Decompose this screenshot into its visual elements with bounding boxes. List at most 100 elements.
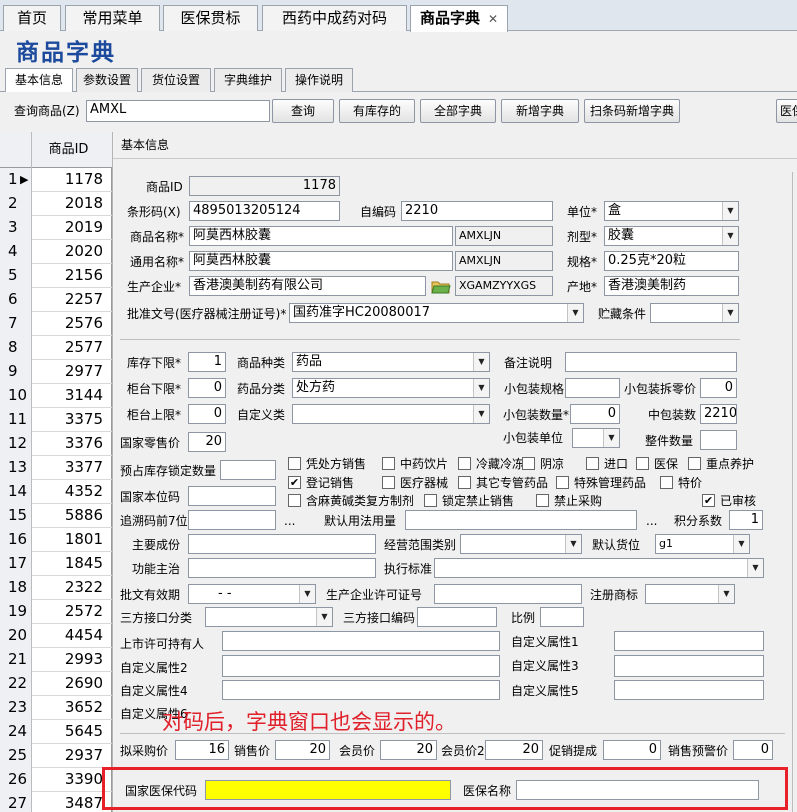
category-select[interactable]: 药品 ▼ — [292, 352, 490, 372]
mfr-license-input[interactable] — [434, 584, 582, 604]
member-price2-input[interactable]: 20 — [485, 740, 543, 760]
product-id-cell[interactable]: 1845 — [32, 552, 105, 576]
attr4-input[interactable] — [222, 680, 500, 700]
product-id-cell[interactable]: 4352 — [32, 480, 105, 504]
table-row[interactable]: 27 3487 — [0, 792, 112, 812]
small-pack-qty-input[interactable]: 0 — [570, 404, 620, 424]
subtab-location-settings[interactable]: 货位设置 — [141, 68, 211, 92]
table-row[interactable]: 14 4352 — [0, 480, 112, 504]
small-pack-split-price-input[interactable]: 0 — [700, 378, 737, 398]
chevron-down-icon[interactable]: ▼ — [718, 585, 734, 603]
mid-pack-qty-input[interactable]: 2210 — [700, 404, 737, 424]
chevron-down-icon[interactable]: ▼ — [473, 379, 489, 397]
main-tab-0[interactable]: 首页 — [3, 5, 61, 31]
subtab-basic-info[interactable]: 基本信息 — [5, 68, 73, 93]
product-id-cell[interactable]: 2577 — [32, 336, 105, 360]
counter-min-input[interactable]: 0 — [188, 378, 226, 398]
attr1-input[interactable] — [614, 631, 764, 651]
table-row[interactable]: 15 5886 — [0, 504, 112, 528]
table-row[interactable]: 11 3375 — [0, 408, 112, 432]
table-row[interactable]: 24 5645 — [0, 720, 112, 744]
attr5-input[interactable] — [614, 680, 764, 700]
attr2-input[interactable] — [222, 655, 500, 677]
api-class-select[interactable]: ▼ — [205, 607, 333, 627]
default-usage-more[interactable]: ... — [646, 512, 657, 530]
product-id-cell[interactable]: 2322 — [32, 576, 105, 600]
folder-open-icon[interactable] — [431, 280, 451, 294]
main-tab-1[interactable]: 常用菜单 — [65, 5, 160, 31]
product-id-cell[interactable]: 3390 — [32, 768, 105, 792]
product-id-cell[interactable]: 3376 — [32, 432, 105, 456]
remark-input[interactable] — [565, 352, 737, 372]
checkbox[interactable] — [636, 457, 649, 470]
manufacturer-input[interactable]: 香港澳美制药有限公司 — [189, 276, 426, 296]
table-row[interactable]: 4 2020 — [0, 240, 112, 264]
chevron-down-icon[interactable]: ▼ — [567, 304, 583, 322]
checkbox[interactable]: ✔ — [702, 494, 715, 507]
product-id-cell[interactable]: 5886 — [32, 504, 105, 528]
retail-price-input[interactable]: 20 — [188, 432, 226, 452]
table-row[interactable]: 26 3390 — [0, 768, 112, 792]
table-row[interactable]: 21 2993 — [0, 648, 112, 672]
product-id-cell[interactable]: 2257 — [32, 288, 105, 312]
table-row[interactable]: 6 2257 — [0, 288, 112, 312]
chevron-down-icon[interactable]: ▼ — [565, 535, 581, 553]
member-price-input[interactable]: 20 — [380, 740, 437, 760]
table-row[interactable]: 12 3376 — [0, 432, 112, 456]
subtab-dict-maintenance[interactable]: 字典维护 — [214, 68, 282, 92]
small-pack-unit-select[interactable]: ▼ — [572, 428, 620, 448]
approval-select[interactable]: 国药准字HC20080017 ▼ — [289, 303, 584, 323]
checkbox[interactable] — [424, 494, 437, 507]
product-id-cell[interactable]: 3144 — [32, 384, 105, 408]
table-row[interactable]: 13 3377 — [0, 456, 112, 480]
validity-date-picker[interactable]: - - ▼ — [188, 584, 316, 604]
product-id-cell[interactable]: 3487 — [32, 792, 105, 812]
product-id-cell[interactable]: 2020 — [32, 240, 105, 264]
scan-new-dict-button[interactable]: 扫条码新增字典 — [584, 99, 680, 123]
grid-header-product-id[interactable]: 商品ID — [32, 132, 105, 168]
common-name-input[interactable]: 阿莫西林胶囊 — [189, 251, 453, 271]
query-button[interactable]: 查询 — [272, 99, 334, 123]
subtab-param-settings[interactable]: 参数设置 — [76, 68, 138, 92]
table-row[interactable]: 22 2690 — [0, 672, 112, 696]
chevron-down-icon[interactable]: ▼ — [722, 202, 738, 220]
small-pack-spec-input[interactable] — [565, 378, 620, 398]
table-row[interactable]: 23 3652 — [0, 696, 112, 720]
custom-class-select[interactable]: ▼ — [292, 404, 490, 424]
table-row[interactable]: 20 4454 — [0, 624, 112, 648]
product-id-cell[interactable]: 2576 — [32, 312, 105, 336]
trademark-select[interactable]: ▼ — [645, 584, 735, 604]
subtab-instructions[interactable]: 操作说明 — [285, 68, 353, 92]
chevron-down-icon[interactable]: ▼ — [733, 535, 749, 553]
api-code-input[interactable] — [417, 607, 497, 627]
product-id-cell[interactable]: 2937 — [32, 744, 105, 768]
table-row[interactable]: 25 2937 — [0, 744, 112, 768]
table-row[interactable]: 10 3144 — [0, 384, 112, 408]
product-id-cell[interactable]: 2977 — [32, 360, 105, 384]
drug-class-select[interactable]: 处方药 ▼ — [292, 378, 490, 398]
indications-input[interactable] — [188, 558, 376, 578]
ingredients-input[interactable] — [188, 534, 376, 554]
main-tab-4[interactable]: 商品字典 ✕ — [410, 5, 508, 32]
table-row[interactable]: 2 2018 — [0, 192, 112, 216]
ratio-input[interactable] — [540, 607, 584, 627]
trace-prefix-more[interactable]: ... — [284, 512, 295, 530]
checkbox[interactable] — [522, 457, 535, 470]
product-id-cell[interactable]: 2156 — [32, 264, 105, 288]
table-row[interactable]: 3 2019 — [0, 216, 112, 240]
table-row[interactable]: 9 2977 — [0, 360, 112, 384]
whole-qty-input[interactable] — [700, 430, 737, 450]
counter-max-input[interactable]: 0 — [188, 404, 226, 424]
checkbox[interactable] — [382, 476, 395, 489]
product-id-cell[interactable]: 3652 — [32, 696, 105, 720]
dosage-form-select[interactable]: 胶囊 ▼ — [604, 226, 739, 246]
insurance-code-input[interactable] — [205, 780, 451, 800]
chevron-down-icon[interactable]: ▼ — [473, 405, 489, 423]
checkbox[interactable] — [536, 494, 549, 507]
spec-input[interactable]: 0.25克*20粒 — [604, 251, 739, 271]
product-id-cell[interactable]: 1801 — [32, 528, 105, 552]
table-row[interactable]: 19 2572 — [0, 600, 112, 624]
presale-lock-input[interactable] — [220, 460, 276, 480]
product-id-cell[interactable]: 3377 — [32, 456, 105, 480]
checkbox[interactable] — [458, 457, 471, 470]
